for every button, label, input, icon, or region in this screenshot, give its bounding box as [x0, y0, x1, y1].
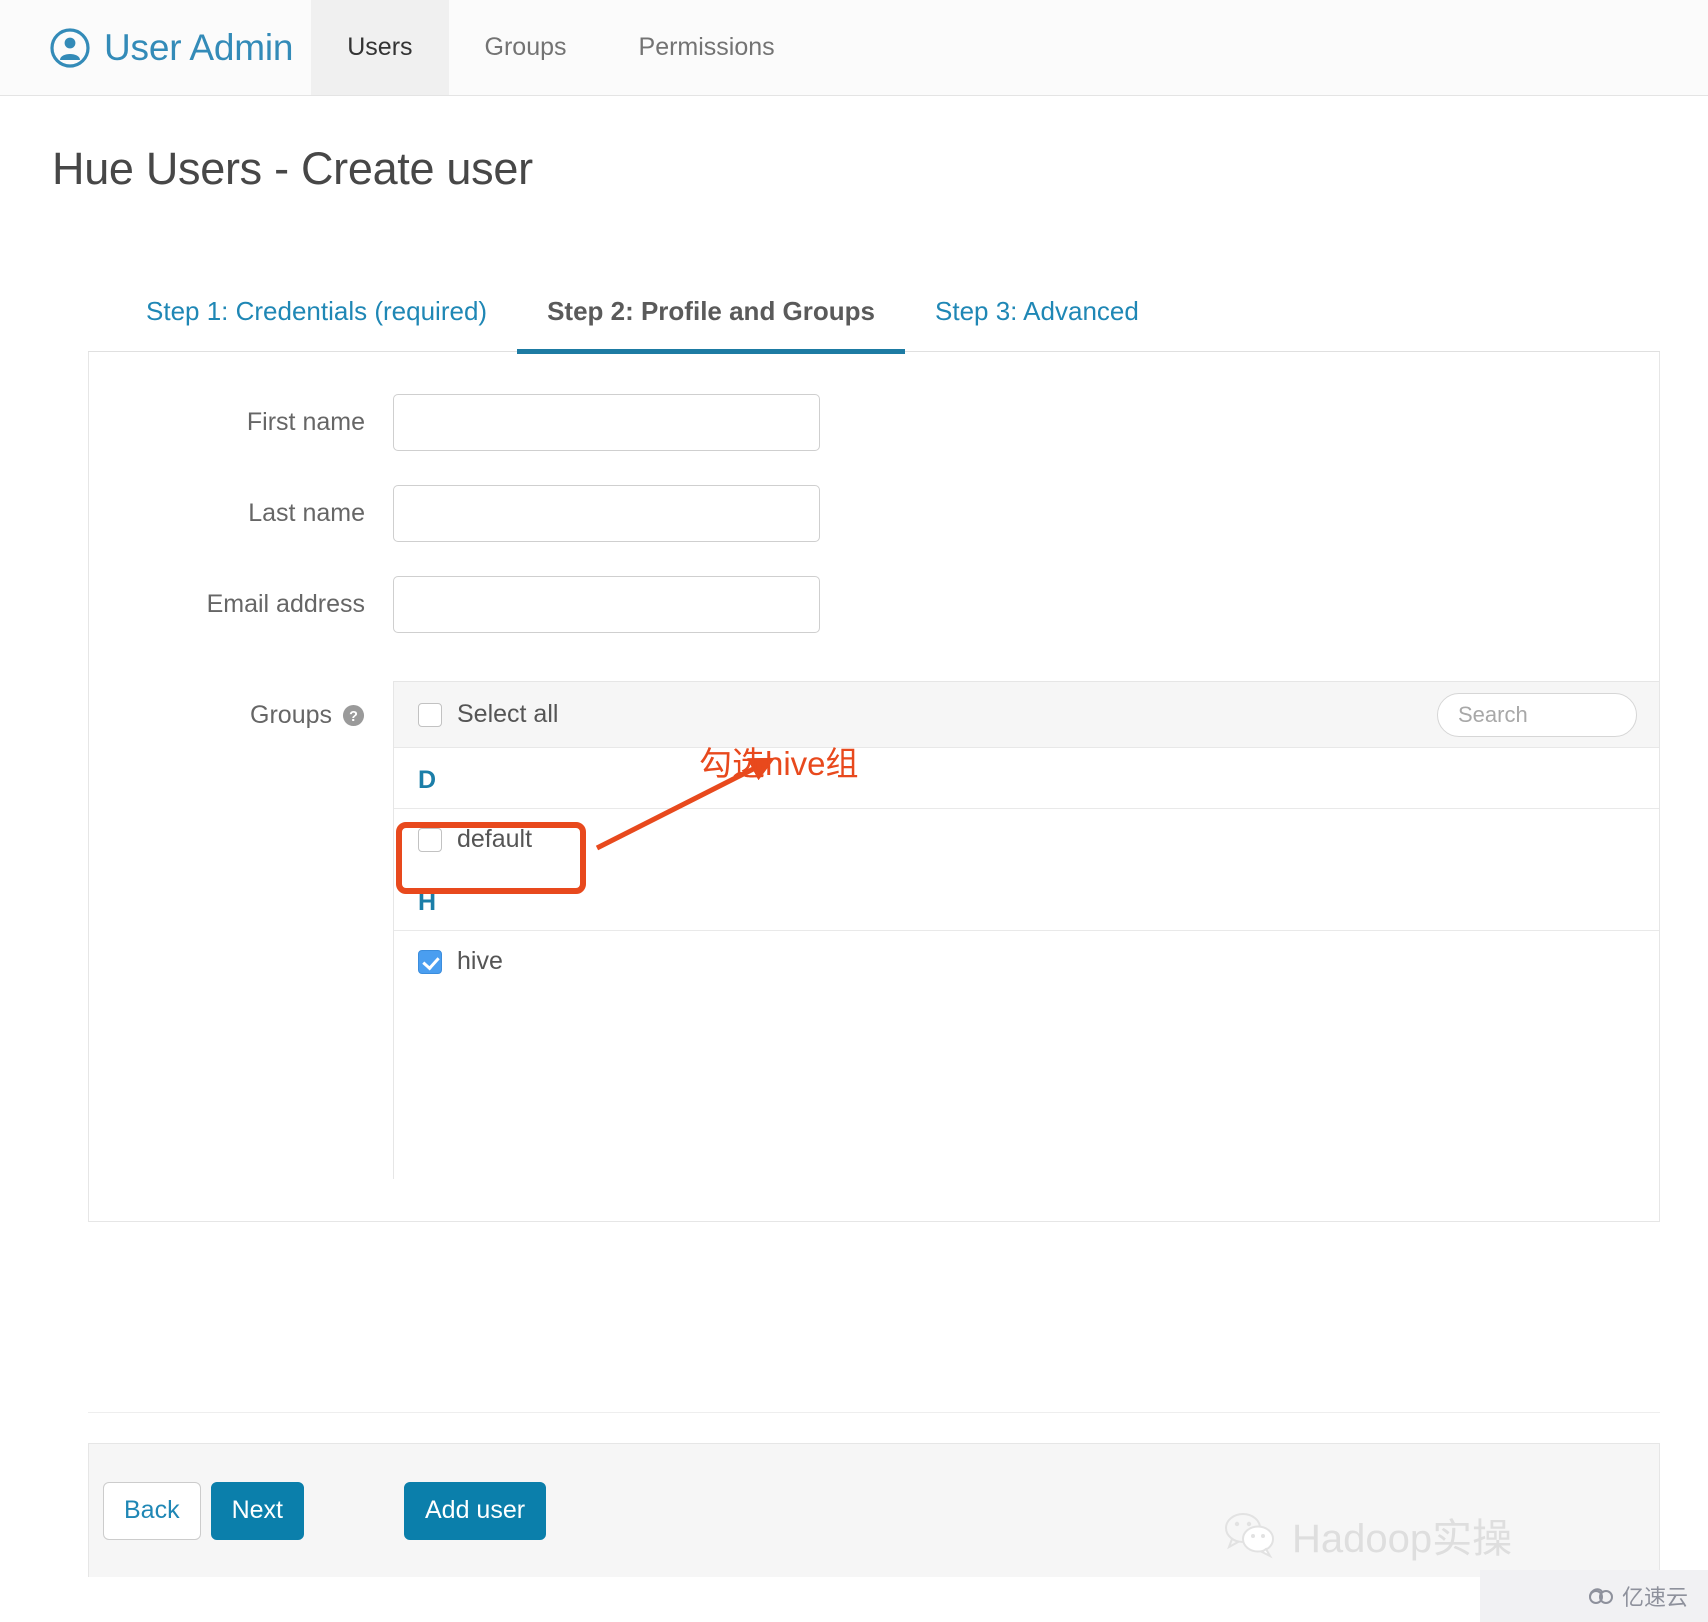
first-name-label: First name [246, 408, 365, 436]
group-checkbox-hive[interactable] [418, 949, 442, 974]
group-label-default: default [457, 825, 533, 853]
brand-label: User Admin [104, 26, 294, 68]
groups-label: Groups [250, 701, 332, 729]
form-row-first-name: First name [89, 394, 1659, 451]
group-label-hive: hive [457, 947, 503, 975]
back-button[interactable]: Back [103, 1481, 201, 1540]
page-title: Hue Users - Create user [52, 143, 533, 194]
select-all-checkbox[interactable] [418, 702, 442, 727]
form-row-groups: Groups ? Select all D default [89, 681, 1659, 1179]
svg-text:?: ? [349, 709, 358, 725]
content-bottom-divider [88, 1412, 1660, 1413]
corner-watermark: 亿速云 [1480, 1570, 1708, 1622]
select-all-label: Select all [457, 700, 559, 728]
form-row-email-address: Email address [89, 576, 1659, 633]
groups-selector-header: Select all [394, 682, 1659, 748]
groups-label-wrap: Groups ? [89, 681, 393, 730]
last-name-label: Last name [248, 499, 365, 527]
top-navbar: User Admin Users Groups Permissions [0, 0, 1708, 96]
brand-logo[interactable]: User Admin [50, 0, 311, 95]
form-row-last-name: Last name [89, 485, 1659, 542]
cloud-icon [1588, 1588, 1613, 1604]
question-mark-circle-icon[interactable]: ? [342, 704, 365, 727]
nav-tab-users[interactable]: Users [311, 0, 449, 95]
email-address-input[interactable] [393, 576, 820, 633]
wizard-container: Step 1: Credentials (required) Step 2: P… [88, 288, 1660, 1222]
last-name-input[interactable] [393, 485, 820, 542]
nav-tab-permissions[interactable]: Permissions [603, 0, 811, 95]
group-letter-header-h: H [418, 888, 437, 916]
group-item-default[interactable]: default [394, 808, 1659, 870]
profile-form-panel: First name Last name Email address Group… [88, 352, 1660, 1222]
step-tab-2-profile-and-groups[interactable]: Step 2: Profile and Groups [517, 288, 905, 354]
groups-search-input[interactable] [1437, 692, 1637, 737]
group-letter-header-d: D [418, 766, 437, 794]
next-button[interactable]: Next [210, 1481, 304, 1540]
nav-tab-groups[interactable]: Groups [449, 0, 603, 95]
first-name-input[interactable] [393, 394, 820, 451]
form-action-bar: Back Next Add user [88, 1443, 1660, 1577]
email-address-label: Email address [206, 590, 365, 618]
step-tab-3-advanced[interactable]: Step 3: Advanced [905, 288, 1169, 354]
corner-watermark-label: 亿速云 [1621, 1585, 1688, 1610]
step-tab-1-credentials[interactable]: Step 1: Credentials (required) [116, 288, 517, 354]
groups-selector: Select all D default H hive [393, 681, 1659, 1179]
group-checkbox-default[interactable] [418, 827, 442, 852]
add-user-button[interactable]: Add user [404, 1481, 547, 1540]
select-all-row[interactable]: Select all [418, 700, 558, 729]
group-item-hive[interactable]: hive [394, 930, 1659, 992]
nav-tab-list: Users Groups Permissions [311, 0, 810, 95]
step-tab-list: Step 1: Credentials (required) Step 2: P… [88, 288, 1660, 354]
user-circle-icon [50, 27, 90, 68]
